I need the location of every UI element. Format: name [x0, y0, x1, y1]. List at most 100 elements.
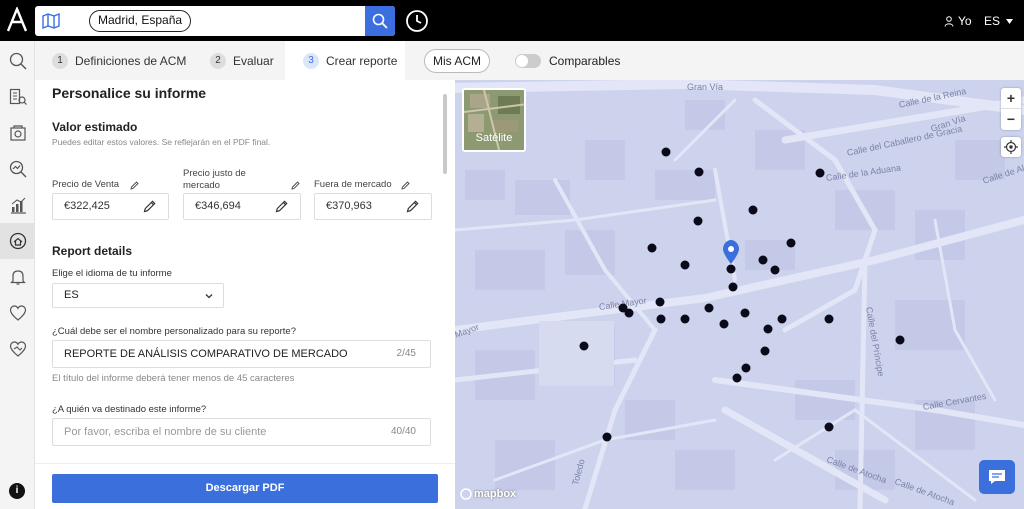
search-icon	[372, 13, 388, 29]
toggle-knob	[516, 55, 528, 67]
mapbox-attribution[interactable]: mapbox	[460, 488, 516, 500]
comparable-dot[interactable]	[758, 255, 768, 265]
location-search[interactable]: Madrid, España	[35, 6, 395, 36]
comparable-dot[interactable]	[895, 335, 905, 345]
tab-definiciones[interactable]: 1 Definiciones de ACM	[52, 41, 186, 80]
language-label: ES	[984, 14, 1001, 28]
chevron-down-icon	[205, 294, 213, 299]
price-value: €370,963	[326, 200, 372, 212]
app-logo-icon[interactable]	[6, 7, 28, 33]
download-pdf-button[interactable]: Descargar PDF	[52, 474, 438, 503]
precio-justo-field[interactable]: €346,694	[183, 193, 301, 220]
mis-acm-button[interactable]: Mis ACM	[424, 49, 490, 73]
tab-label: Crear reporte	[326, 53, 398, 68]
comparable-dot[interactable]	[694, 167, 704, 177]
comparable-dot[interactable]	[763, 324, 773, 334]
user-menu[interactable]: Yo	[944, 14, 972, 28]
comparable-dot[interactable]	[786, 238, 796, 248]
report-name-value: REPORTE DE ANÁLISIS COMPARATIVO DE MERCA…	[64, 348, 348, 360]
comparable-dot[interactable]	[815, 168, 825, 178]
pencil-icon[interactable]	[143, 200, 156, 213]
chat-button[interactable]	[979, 460, 1015, 494]
language-value: ES	[64, 289, 79, 301]
comparable-dot[interactable]	[824, 422, 834, 432]
comparable-dot[interactable]	[732, 373, 742, 383]
language-select[interactable]: ES	[52, 283, 224, 308]
report-name-label: ¿Cuál debe ser el nombre personalizado p…	[52, 326, 296, 337]
subject-property-marker[interactable]	[723, 240, 739, 274]
info-icon[interactable]: i	[9, 483, 25, 499]
rail-search[interactable]	[0, 43, 35, 79]
report-name-hint: El título del informe deberá tener menos…	[52, 373, 295, 384]
tab-evaluar[interactable]: 2 Evaluar	[210, 41, 274, 80]
rail-valuation-report[interactable]	[0, 223, 35, 259]
rail-analysis[interactable]	[0, 151, 35, 187]
comparable-dot[interactable]	[719, 319, 729, 329]
client-name-input[interactable]: Por favor, escriba el nombre de su clien…	[52, 418, 431, 446]
price-label: Fuera de mercado	[314, 179, 392, 190]
fuera-mercado-field[interactable]: €370,963	[314, 193, 432, 220]
history-icon[interactable]	[405, 9, 429, 33]
caret-down-icon	[1006, 18, 1014, 24]
comparable-dot[interactable]	[777, 314, 787, 324]
comparable-dot[interactable]	[741, 363, 751, 373]
search-icon	[9, 52, 26, 70]
tab-crear-reporte[interactable]: 3 Crear reporte	[285, 41, 405, 80]
form-title: Personalice su informe	[52, 85, 207, 101]
comparable-dot[interactable]	[655, 297, 665, 307]
mapbox-logo-icon	[460, 488, 472, 500]
client-placeholder: Por favor, escriba el nombre de su clien…	[64, 426, 267, 438]
report-name-input[interactable]: REPORTE DE ANÁLISIS COMPARATIVO DE MERCA…	[52, 340, 431, 368]
search-button[interactable]	[365, 6, 395, 36]
comparable-dot[interactable]	[602, 432, 612, 442]
step-tabs: 1 Definiciones de ACM 2 Evaluar 3 Crear …	[35, 41, 1024, 80]
comparable-dot[interactable]	[647, 243, 657, 253]
comparable-dot[interactable]	[748, 205, 758, 215]
map-icon[interactable]	[42, 12, 60, 30]
comparable-dot[interactable]	[693, 216, 703, 226]
comparables-layer	[579, 147, 905, 442]
comparable-dot[interactable]	[824, 314, 834, 324]
comparable-dot[interactable]	[728, 282, 738, 292]
pencil-icon[interactable]	[401, 181, 410, 190]
heart-icon	[9, 305, 26, 321]
comparable-dot[interactable]	[624, 308, 634, 318]
tab-label: Evaluar	[233, 53, 274, 68]
rail-deals[interactable]	[0, 331, 35, 367]
comparable-dot[interactable]	[740, 308, 750, 318]
valor-title: Valor estimado	[52, 120, 138, 134]
precio-venta-field[interactable]: €322,425	[52, 193, 169, 220]
comparables-toggle[interactable]	[515, 54, 541, 68]
rail-alerts[interactable]	[0, 259, 35, 295]
comparable-dot[interactable]	[770, 265, 780, 275]
handshake-heart-icon	[9, 341, 26, 357]
price-value: €346,694	[195, 200, 241, 212]
tab-number: 2	[210, 52, 226, 69]
rail-building-search[interactable]	[0, 79, 35, 115]
pencil-icon[interactable]	[291, 181, 300, 190]
comparable-dot[interactable]	[680, 260, 690, 270]
comparable-dot[interactable]	[661, 147, 671, 157]
form-scrollbar[interactable]	[443, 94, 447, 174]
language-selector[interactable]: ES	[984, 14, 1014, 28]
comparable-dot[interactable]	[579, 341, 589, 351]
tab-number: 3	[303, 52, 319, 69]
comparable-dot[interactable]	[656, 314, 666, 324]
comparable-dot[interactable]	[760, 346, 770, 356]
rail-property[interactable]	[0, 115, 35, 151]
rail-charts[interactable]	[0, 187, 35, 223]
top-bar: Madrid, España Yo ES	[0, 0, 1024, 41]
comparable-dot[interactable]	[704, 303, 714, 313]
pencil-icon[interactable]	[406, 200, 419, 213]
user-label: Yo	[958, 14, 972, 28]
map-view[interactable]: Gran Vía Calle de la Reina Gran Vía Call…	[455, 80, 1024, 509]
location-chip[interactable]: Madrid, España	[89, 10, 192, 32]
valor-hint: Puedes editar estos valores. Se reflejar…	[52, 137, 271, 147]
comparable-dot[interactable]	[680, 314, 690, 324]
pencil-icon[interactable]	[130, 181, 139, 190]
rail-favorites[interactable]	[0, 295, 35, 331]
bar-chart-icon	[10, 197, 26, 214]
pencil-icon[interactable]	[275, 200, 288, 213]
home-valuation-icon	[9, 232, 26, 250]
comparables-label: Comparables	[549, 54, 621, 68]
